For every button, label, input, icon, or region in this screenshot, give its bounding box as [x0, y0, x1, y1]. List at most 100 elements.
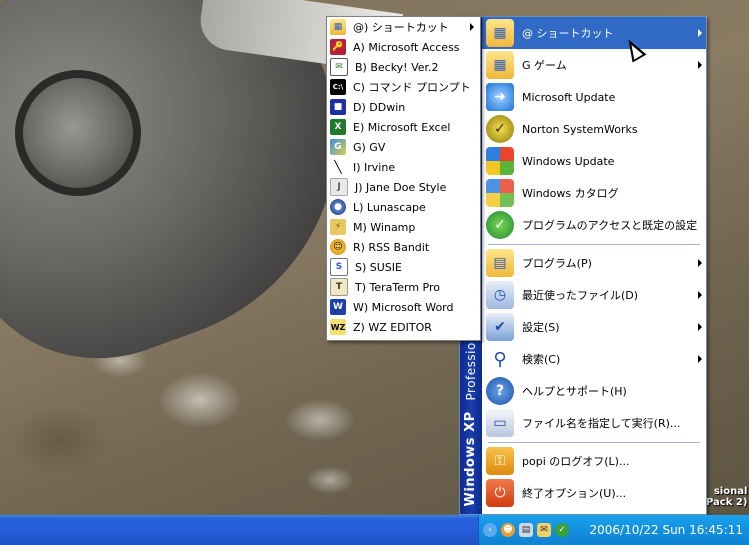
susie-icon: S [330, 258, 348, 276]
submenu-item-label: E) Microsoft Excel [353, 120, 451, 134]
word-icon: W [330, 299, 346, 315]
system-tray: ‹ ☻ ▤ ✉ ✓ 2006/10/22 Sun 16:45:11 [478, 515, 749, 545]
norton-icon: ✓ [486, 115, 514, 143]
taskbar-clock[interactable]: 2006/10/22 Sun 16:45:11 [589, 523, 743, 537]
submenu-item-ddwin[interactable]: ■ D) DDwin [327, 97, 480, 117]
tray-expand-icon[interactable]: ‹ [483, 523, 497, 537]
submenu-arrow-icon [470, 23, 474, 31]
submenu-item-lunascape[interactable]: ● L) Lunascape [327, 197, 480, 217]
submenu-item-gv[interactable]: G G) GV [327, 137, 480, 157]
os-edition-label: sional Pack 2) [706, 486, 747, 508]
menu-item-program-defaults[interactable]: ✓ プログラムのアクセスと既定の設定 [482, 209, 706, 241]
menu-item-label: Windows カタログ [522, 187, 619, 200]
start-menu: Windows XP Professio ▦ @ ショートカット ▦ G ゲーム… [459, 16, 707, 515]
submenu-item-becky[interactable]: ✉ B) Becky! Ver.2 [327, 57, 480, 77]
brand-name: Windows XP [463, 410, 478, 506]
menu-item-norton[interactable]: ✓ Norton SystemWorks [482, 113, 706, 145]
settings-icon: ✔ [486, 313, 514, 341]
menu-item-label: ファイル名を指定して実行(R)... [522, 417, 681, 430]
teraterm-icon: T [330, 278, 348, 296]
menu-item-microsoft-update[interactable]: ➜ Microsoft Update [482, 81, 706, 113]
menu-item-label: 最近使ったファイル(D) [522, 289, 639, 302]
menu-item-search[interactable]: ⚲ 検索(C) [482, 343, 706, 375]
submenu-item-winamp[interactable]: ⚡ M) Winamp [327, 217, 480, 237]
jane-icon: J [330, 178, 348, 196]
menu-item-run[interactable]: ▭ ファイル名を指定して実行(R)... [482, 407, 706, 439]
tray-security-icon[interactable]: ✓ [555, 523, 569, 537]
shutdown-icon: ⏻ [486, 479, 514, 507]
submenu-item-label: Z) WZ EDITOR [353, 320, 432, 334]
cmd-icon: C:\ [330, 79, 346, 95]
wallpaper-shuttle-nose [15, 70, 141, 196]
submenu-item-access[interactable]: 🔑 A) Microsoft Access [327, 37, 480, 57]
lunascape-icon: ● [330, 199, 346, 215]
submenu-arrow-icon [698, 323, 702, 331]
menu-item-label: Microsoft Update [522, 90, 616, 104]
brand-edition: Professio [464, 341, 478, 400]
os-edition-line2: Pack 2) [706, 497, 748, 508]
submenu-item-label: B) Becky! Ver.2 [355, 60, 439, 74]
tray-mail-icon[interactable]: ✉ [537, 523, 551, 537]
menu-item-games[interactable]: ▦ G ゲーム [482, 49, 706, 81]
rss-icon: ☺ [330, 239, 346, 255]
taskbar: ‹ ☻ ▤ ✉ ✓ 2006/10/22 Sun 16:45:11 [0, 515, 749, 545]
menu-item-windows-update[interactable]: ​ Windows Update [482, 145, 706, 177]
brand-text: Windows XP Professio [463, 342, 478, 506]
tray-network-icon[interactable]: ▤ [519, 523, 533, 537]
menu-item-label: @ ショートカット [522, 27, 614, 40]
winamp-icon: ⚡ [330, 219, 346, 235]
submenu-item-label: G) GV [353, 140, 386, 154]
shortcut-submenu: ▦ @) ショートカット 🔑 A) Microsoft Access ✉ B) … [326, 16, 481, 341]
menu-separator [488, 442, 700, 443]
menu-item-label: 終了オプション(U)... [522, 487, 627, 500]
tray-app-icon[interactable]: ☻ [501, 523, 515, 537]
menu-item-label: 設定(S) [522, 321, 560, 334]
os-edition-line1: sional [713, 486, 748, 497]
submenu-item-label: S) SUSIE [355, 260, 402, 274]
submenu-item-wz-editor[interactable]: WZ Z) WZ EDITOR [327, 317, 480, 337]
start-menu-items: ▦ @ ショートカット ▦ G ゲーム ➜ Microsoft Update ✓… [482, 17, 706, 509]
submenu-item-label: M) Winamp [353, 220, 416, 234]
menu-item-settings[interactable]: ✔ 設定(S) [482, 311, 706, 343]
windows-icon: ​ [486, 147, 514, 175]
folder-apps-icon: ▦ [330, 19, 346, 35]
programs-icon: ▤ [486, 249, 514, 277]
becky-icon: ✉ [330, 58, 348, 76]
menu-item-label: Norton SystemWorks [522, 122, 638, 136]
submenu-item-label: C) コマンド プロンプト [353, 81, 471, 94]
folder-apps-icon: ▦ [486, 19, 514, 47]
submenu-item-irvine[interactable]: ╲ I) Irvine [327, 157, 480, 177]
menu-item-label: popi のログオフ(L)... [522, 455, 630, 468]
submenu-item-excel[interactable]: X E) Microsoft Excel [327, 117, 480, 137]
submenu-item-label: I) Irvine [353, 160, 396, 174]
menu-item-help[interactable]: ? ヘルプとサポート(H) [482, 375, 706, 407]
recent-icon: ◷ [486, 281, 514, 309]
update-icon: ➜ [486, 83, 514, 111]
submenu-item-cmd[interactable]: C:\ C) コマンド プロンプト [327, 77, 480, 97]
irvine-icon: ╲ [330, 159, 346, 175]
submenu-item-teraterm[interactable]: T T) TeraTerm Pro [327, 277, 480, 297]
submenu-item-jane[interactable]: J J) Jane Doe Style [327, 177, 480, 197]
submenu-item-label: D) DDwin [353, 100, 406, 114]
submenu-item-susie[interactable]: S S) SUSIE [327, 257, 480, 277]
submenu-item-label: R) RSS Bandit [353, 240, 430, 254]
menu-item-recent-files[interactable]: ◷ 最近使ったファイル(D) [482, 279, 706, 311]
menu-item-windows-catalog[interactable]: ​ Windows カタログ [482, 177, 706, 209]
menu-item-programs[interactable]: ▤ プログラム(P) [482, 247, 706, 279]
access-icon: 🔑 [330, 39, 346, 55]
menu-item-label: Windows Update [522, 154, 615, 168]
run-icon: ▭ [486, 409, 514, 437]
catalog-icon: ​ [486, 179, 514, 207]
submenu-item-label: W) Microsoft Word [353, 300, 454, 314]
submenu-item-word[interactable]: W W) Microsoft Word [327, 297, 480, 317]
menu-item-label: G ゲーム [522, 59, 567, 72]
menu-item-shutdown[interactable]: ⏻ 終了オプション(U)... [482, 477, 706, 509]
submenu-item-rss-bandit[interactable]: ☺ R) RSS Bandit [327, 237, 480, 257]
submenu-arrow-icon [698, 291, 702, 299]
submenu-arrow-icon [698, 61, 702, 69]
menu-item-shortcut[interactable]: ▦ @ ショートカット [482, 17, 706, 49]
defaults-icon: ✓ [486, 211, 514, 239]
menu-item-logoff[interactable]: ⚿ popi のログオフ(L)... [482, 445, 706, 477]
submenu-item-shortcut[interactable]: ▦ @) ショートカット [327, 17, 480, 37]
menu-item-label: プログラムのアクセスと既定の設定 [522, 219, 698, 232]
